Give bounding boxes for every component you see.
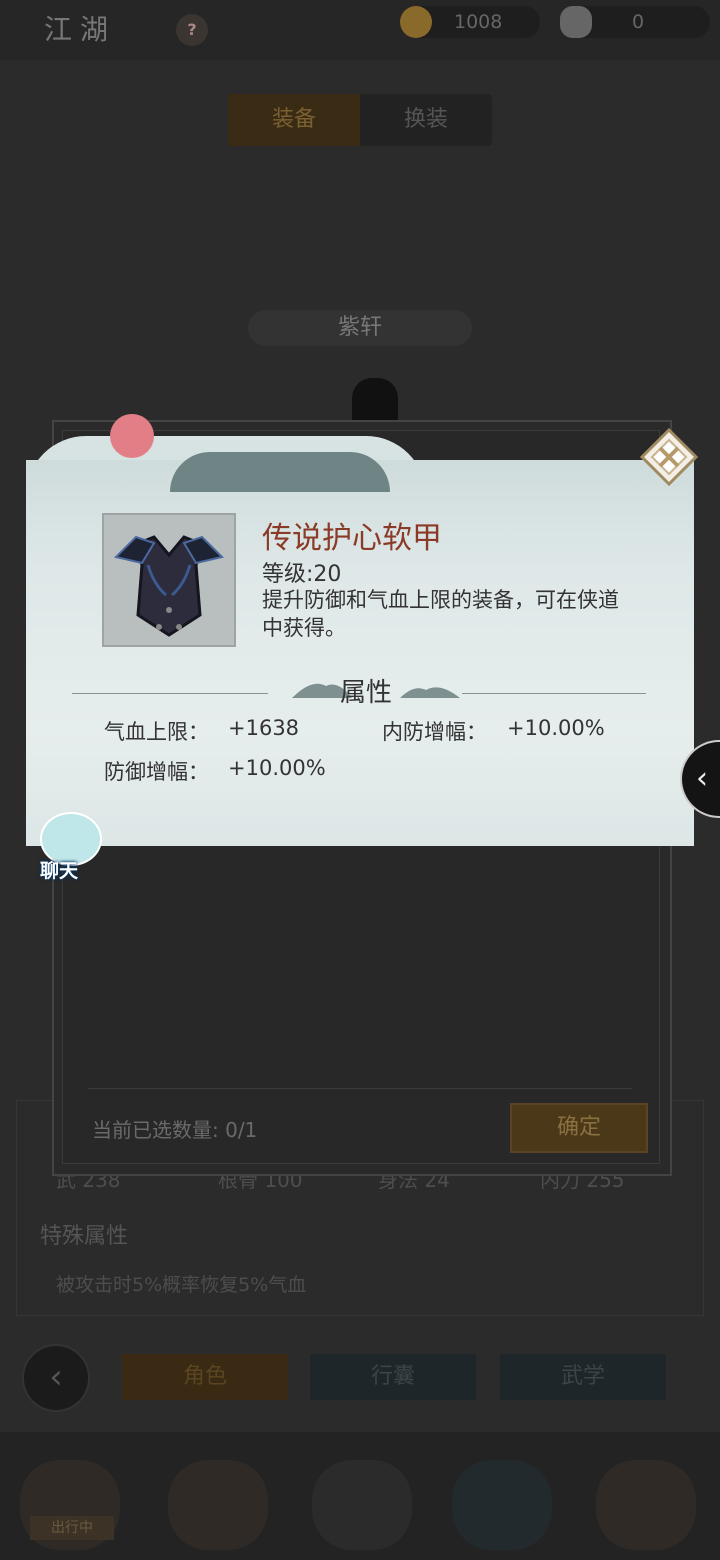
- item-description: 提升防御和气血上限的装备，可在侠道中获得。: [262, 588, 619, 640]
- silver-ingot-icon: [560, 6, 592, 38]
- tab-role[interactable]: 角色: [122, 1354, 288, 1400]
- attr-divider-left: [72, 693, 268, 694]
- tab-equip[interactable]: 装备: [228, 94, 360, 146]
- mountain-decoration: [170, 452, 390, 492]
- nav-travel-icon[interactable]: [168, 1460, 268, 1550]
- chat-label[interactable]: 聊天: [40, 856, 78, 883]
- attr-def-label: 防御增幅：: [104, 760, 209, 784]
- mountain-ornament-right: [400, 687, 460, 698]
- chevron-left-icon: ‹: [49, 1357, 63, 1397]
- character-name: 紫轩: [248, 310, 472, 346]
- attr-divider-right: [462, 693, 646, 694]
- special-attr-desc: 被攻击时5%概率恢复5%气血: [56, 1274, 307, 1296]
- attributes-title: 属性: [340, 678, 393, 708]
- copper-coin-counter: 1008: [400, 6, 540, 38]
- tab-bag[interactable]: 行囊: [310, 1354, 476, 1400]
- question-mark-icon[interactable]: ?: [176, 14, 208, 46]
- nav-compass-icon[interactable]: [312, 1460, 412, 1550]
- chevron-left-icon: ‹: [696, 761, 708, 796]
- tab-change-outfit[interactable]: 换装: [360, 94, 492, 146]
- nav-sect-icon[interactable]: [452, 1460, 552, 1550]
- selected-count: 当前已选数量: 0/1: [92, 1118, 258, 1142]
- attr-inner-def-value: +10.00%: [507, 716, 605, 740]
- silver-ingot-value: 0: [632, 11, 645, 33]
- page-title: 江湖: [44, 13, 117, 46]
- back-button[interactable]: ‹: [22, 1344, 90, 1412]
- copper-coin-icon: [400, 6, 432, 38]
- tab-martial[interactable]: 武学: [500, 1354, 666, 1400]
- nav-market-icon[interactable]: [596, 1460, 696, 1550]
- diamond-close-icon[interactable]: [640, 428, 698, 486]
- special-attr-title: 特殊属性: [40, 1224, 129, 1249]
- equip-tabs: 装备 换装: [228, 94, 492, 146]
- attr-hp-label: 气血上限：: [104, 720, 209, 744]
- attr-inner-def-label: 内防增幅：: [382, 720, 487, 744]
- panel-divider: [88, 1088, 632, 1089]
- item-thumbnail: [102, 513, 236, 647]
- item-level: 等级:20: [262, 562, 342, 587]
- travel-status-badge: 出行中: [30, 1516, 114, 1540]
- confirm-button[interactable]: 确定: [510, 1103, 648, 1153]
- item-name: 传说护心软甲: [262, 521, 442, 556]
- sun-decoration: [110, 414, 154, 458]
- armor-icon: [114, 535, 224, 637]
- copper-coin-value: 1008: [454, 11, 503, 33]
- attr-hp-value: +1638: [228, 716, 300, 740]
- attr-def-value: +10.00%: [228, 756, 326, 780]
- silver-ingot-counter: 0: [560, 6, 710, 38]
